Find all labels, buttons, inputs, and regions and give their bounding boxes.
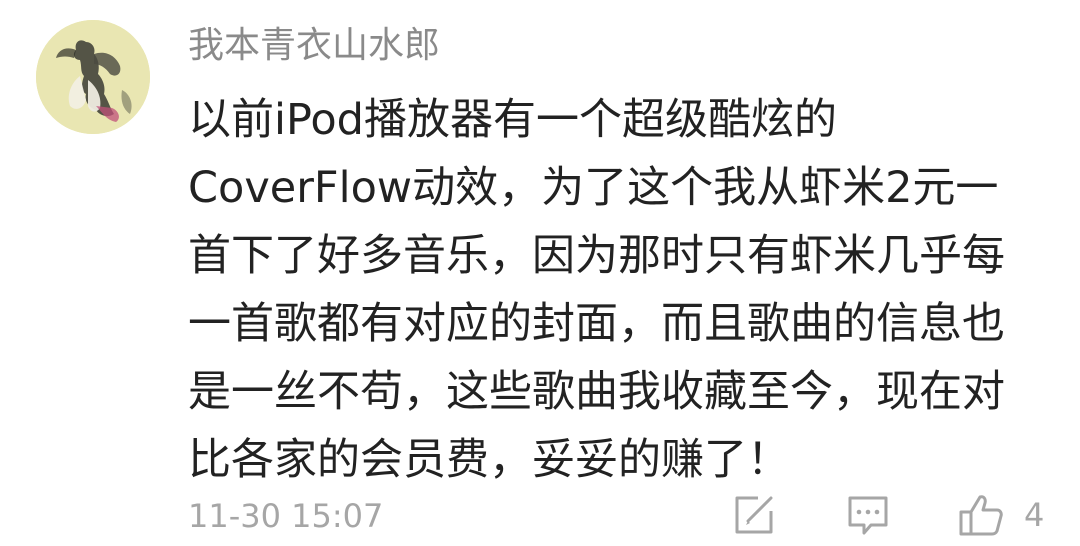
like-button[interactable]: 4 — [958, 492, 1044, 538]
share-button[interactable] — [732, 492, 776, 538]
comment-line: 一首歌都有对应的封面，而且歌曲的信息也 — [188, 299, 1005, 349]
username[interactable]: 我本青衣山水郎 — [188, 20, 440, 72]
timestamp: 11-30 15:07 — [188, 497, 384, 535]
like-count: 4 — [1024, 496, 1045, 534]
edit-share-icon — [735, 496, 773, 534]
thumbs-up-icon — [959, 495, 1003, 536]
comment-line: 比各家的会员费，妥妥的赚了！ — [188, 435, 790, 485]
avatar[interactable] — [36, 20, 150, 134]
comment-line: CoverFlow动效，为了这个我从虾米2元一 — [188, 163, 999, 213]
comment-line: 是一丝不苟，这些歌曲我收藏至今，现在对 — [188, 367, 1005, 417]
comment-reply-icon — [848, 496, 888, 535]
comment-line: 首下了好多音乐，因为那时只有虾米几乎每 — [188, 231, 1005, 281]
comment-line: 以前iPod播放器有一个超级酷炫的 — [188, 95, 837, 145]
reply-button[interactable] — [846, 492, 890, 538]
comment-body: 以前iPod播放器有一个超级酷炫的 CoverFlow动效，为了这个我从虾米2元… — [188, 86, 1058, 494]
ink-painting-figure-avatar-icon — [36, 20, 150, 134]
